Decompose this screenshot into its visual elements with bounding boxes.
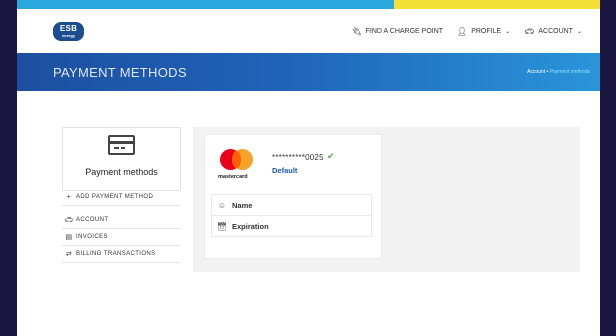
add-payment-method-button[interactable]: + ADD PAYMENT METHOD [62, 189, 181, 206]
plug-icon: 🔌︎ [351, 27, 362, 36]
chevron-down-icon: ⌄ [505, 29, 511, 35]
card-details: ☺ Name 📅︎ Expiration [211, 194, 372, 237]
payment-methods-title: Payment methods [85, 167, 158, 177]
top-bar-yellow [394, 0, 600, 9]
user-circle-icon: ☺ [217, 200, 227, 210]
nav-profile-label: PROFILE [471, 28, 502, 35]
card-name-label: Name [232, 200, 253, 210]
invoice-icon: ▤ [65, 234, 73, 241]
sidebar-item-invoices[interactable]: ▤ INVOICES [62, 229, 181, 246]
logo-text: ESB [59, 24, 78, 33]
sidebar-item-billing-transactions[interactable]: ⇄ BILLING TRANSACTIONS [62, 246, 181, 263]
top-color-bar [17, 0, 600, 9]
check-icon: ✔ [327, 151, 335, 161]
mastercard-logo: mastercard [218, 149, 260, 185]
nav-charge-label: FIND A CHARGE POINT [365, 28, 444, 35]
card-number: **********0025 [272, 153, 324, 162]
breadcrumb: Account • Payment methods [527, 69, 590, 75]
car-icon: 🚗︎ [64, 217, 74, 224]
sidebar-item-label: INVOICES [76, 234, 108, 240]
esb-logo[interactable]: ESB energy [53, 22, 84, 41]
car-icon: 🚗︎ [524, 27, 535, 36]
nav-profile[interactable]: 👤︎ PROFILE ⌄ [457, 27, 510, 36]
payment-methods-card: Payment methods [62, 127, 181, 191]
breadcrumb-account[interactable]: Account [527, 69, 545, 75]
sidebar-item-label: ACCOUNT [76, 217, 109, 223]
nav-find-charge-point[interactable]: 🔌︎ FIND A CHARGE POINT [351, 27, 443, 36]
sidebar-nav: 🚗︎ ACCOUNT ▤ INVOICES ⇄ BILLING TRANSACT… [62, 212, 181, 263]
nav-account[interactable]: 🚗︎ ACCOUNT ⌄ [524, 27, 582, 36]
credit-card-icon [108, 135, 135, 155]
transfer-icon: ⇄ [65, 251, 73, 258]
payment-methods-list: mastercard **********0025 ✔ Default ☺ Na… [193, 127, 580, 272]
card-expiration-row: 📅︎ Expiration [212, 216, 371, 236]
nav-account-label: ACCOUNT [538, 28, 573, 35]
navbar: ESB energy 🔌︎ FIND A CHARGE POINT 👤︎ PRO… [17, 9, 600, 53]
sidebar-actions: + ADD PAYMENT METHOD [62, 189, 181, 206]
card-expiration-label: Expiration [232, 221, 269, 231]
chevron-down-icon: ⌄ [576, 29, 582, 35]
logo-subtext: energy [61, 33, 76, 38]
default-badge: Default [272, 166, 298, 175]
user-icon: 👤︎ [457, 27, 468, 36]
sidebar-item-label: BILLING TRANSACTIONS [76, 251, 156, 257]
breadcrumb-separator: • [546, 69, 549, 75]
plus-icon: + [66, 193, 72, 201]
top-nav: 🔌︎ FIND A CHARGE POINT 👤︎ PROFILE ⌄ 🚗︎ A… [351, 27, 582, 36]
page-title: PAYMENT METHODS [53, 65, 187, 80]
calendar-icon: 📅︎ [216, 221, 228, 231]
card-name-row: ☺ Name [212, 195, 371, 216]
add-payment-method-label: ADD PAYMENT METHOD [76, 194, 154, 200]
breadcrumb-current: Payment methods [549, 69, 590, 75]
page-header: PAYMENT METHODS Account • Payment method… [17, 53, 600, 91]
page: ESB energy 🔌︎ FIND A CHARGE POINT 👤︎ PRO… [17, 9, 600, 336]
sidebar-item-account[interactable]: 🚗︎ ACCOUNT [62, 212, 181, 229]
top-bar-blue [17, 0, 394, 9]
mastercard-wordmark: mastercard [218, 174, 248, 180]
payment-card[interactable]: mastercard **********0025 ✔ Default ☺ Na… [204, 134, 382, 259]
